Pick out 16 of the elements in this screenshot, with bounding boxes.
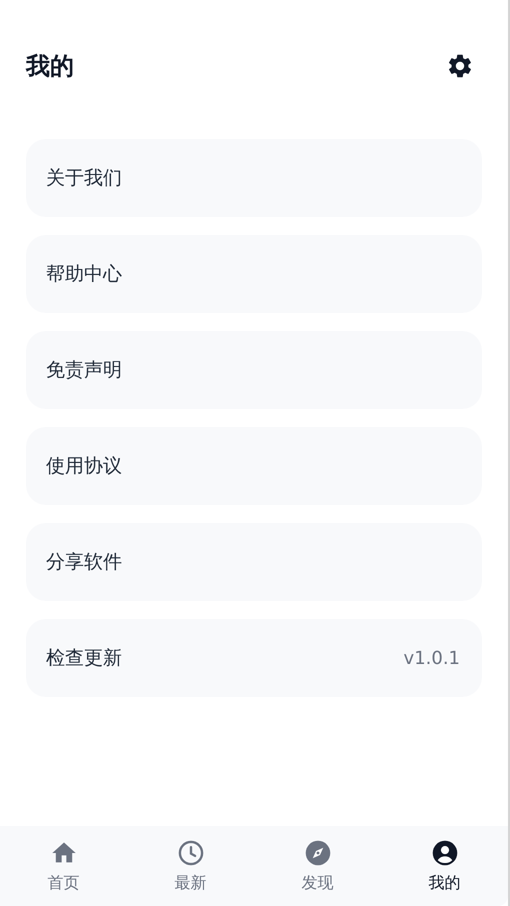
settings-icon[interactable] — [446, 52, 474, 80]
version-text: v1.0.1 — [404, 648, 460, 668]
clock-icon — [176, 838, 204, 866]
menu-item[interactable]: 检查更新 v1.0.1 — [26, 619, 482, 697]
page-title: 我的 — [26, 51, 74, 82]
menu-item[interactable]: 帮助中心 — [26, 235, 482, 313]
tab[interactable]: 最新 — [127, 826, 254, 906]
tab[interactable]: 首页 — [0, 826, 127, 906]
tab[interactable]: 我的 — [381, 826, 508, 906]
menu-item[interactable]: 使用协议 — [26, 427, 482, 505]
menu-item[interactable]: 关于我们 — [26, 139, 482, 217]
menu-item[interactable]: 免责声明 — [26, 331, 482, 409]
compass-icon — [304, 838, 332, 866]
user-icon — [430, 838, 458, 866]
menu-item[interactable]: 分享软件 — [26, 523, 482, 601]
tab[interactable]: 发现 — [254, 826, 381, 906]
